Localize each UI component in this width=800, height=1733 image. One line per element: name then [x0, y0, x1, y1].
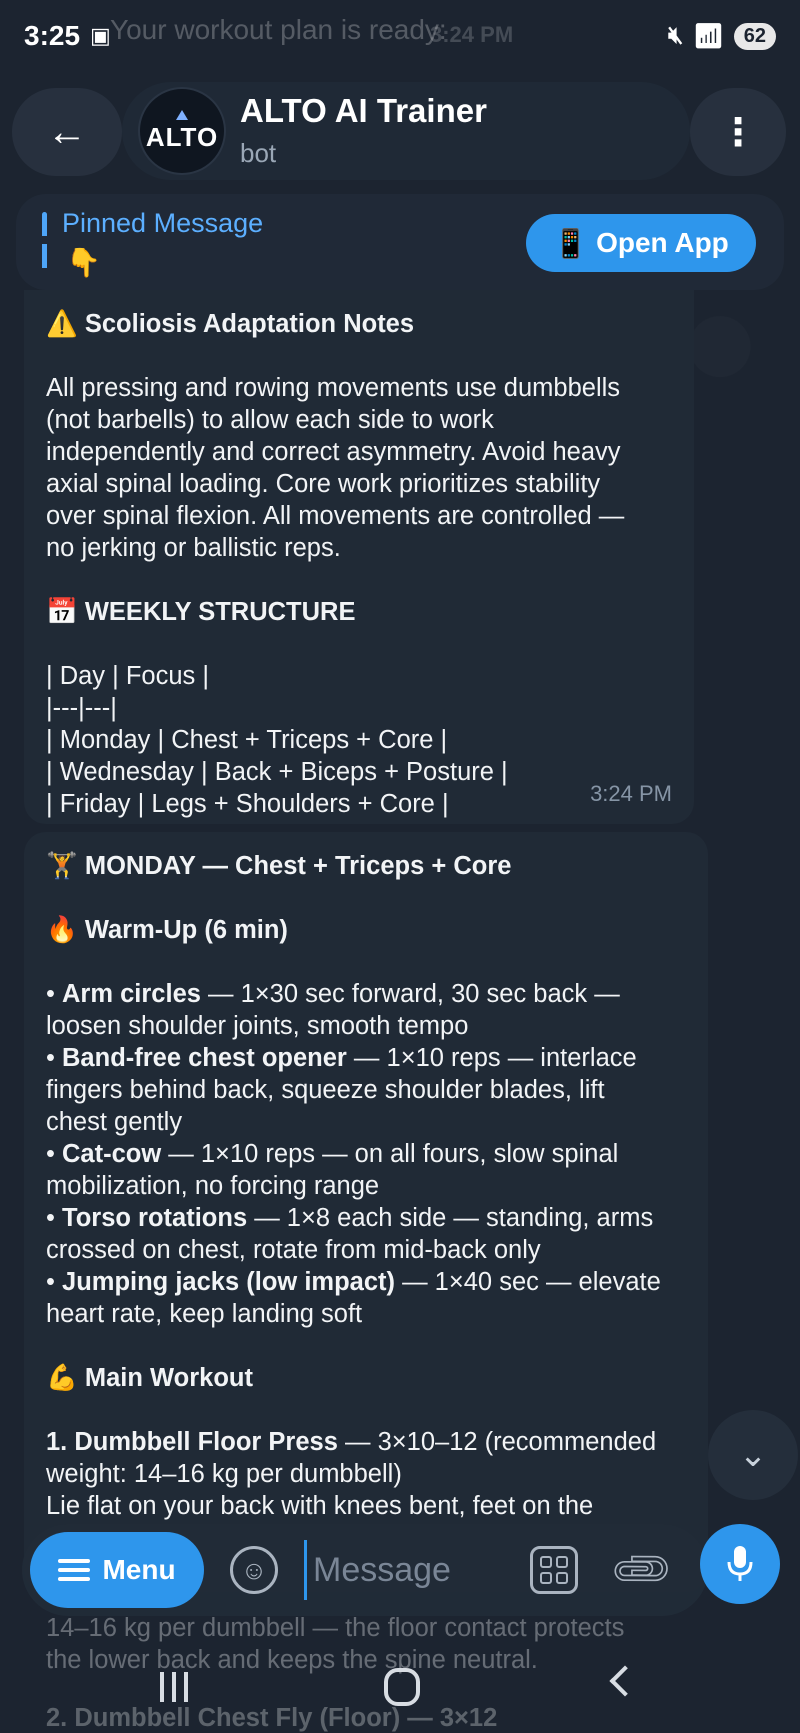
list-item-cont: heart rate, keep landing soft [46, 1300, 363, 1328]
scroll-to-bottom-button[interactable]: ⌄ [708, 1410, 798, 1500]
kebab-menu-icon: ⋮ [719, 111, 757, 154]
pinned-label: Pinned Message [62, 208, 264, 238]
table-line: | Wednesday | Back + Biceps + Posture | [46, 758, 508, 786]
message-line: independently and correct asymmetry. Avo… [46, 438, 621, 466]
screenshot-icon: ▣ [90, 23, 111, 48]
warmup-heading: 🔥 Warm-Up (6 min) [46, 916, 288, 944]
message-composer: Menu ☺ 📎︎ [22, 1524, 708, 1616]
system-back-button[interactable] [609, 1665, 641, 1697]
table-line: | Monday | Chest + Triceps + Core | [46, 726, 448, 754]
pinned-emoji: 👇 [66, 247, 101, 278]
message-line: All pressing and rowing movements use du… [46, 374, 621, 402]
pinned-message-bar[interactable]: Pinned Message 👇 📱 Open App [16, 194, 784, 290]
ghost-notification-time: 3:24 PM [430, 22, 514, 47]
avatar-text: ALTO [145, 121, 219, 152]
status-bar: 3:25 ▣ Your workout plan is ready: 3:24 … [0, 0, 800, 72]
paperclip-icon: 📎︎ [605, 1533, 677, 1605]
chat-subtitle: bot [240, 138, 277, 168]
status-icons: 🔇︎ 📶︎ 62 [668, 22, 776, 51]
chat-header: ← ALTO ALTO AI Trainer bot ⋮ [12, 82, 788, 180]
hamburger-icon [58, 1559, 91, 1581]
phone-icon: 📱 [553, 227, 589, 259]
chat-info[interactable]: ALTO ALTO AI Trainer bot [122, 82, 690, 180]
bot-commands-button[interactable] [530, 1546, 578, 1594]
list-item-cont: crossed on chest, rotate from mid-back o… [46, 1236, 541, 1264]
exercise-line: Lie flat on your back with knees bent, f… [46, 1492, 594, 1520]
calendar-icon: 📅 [46, 598, 78, 626]
flexed-biceps-icon: 💪 [46, 1364, 78, 1392]
emoji-button[interactable]: ☺ [230, 1546, 278, 1594]
main-workout-heading: 💪 Main Workout [46, 1364, 253, 1392]
microphone-icon [727, 1546, 753, 1581]
message-line: over spinal flexion. All movements are c… [46, 502, 625, 530]
back-button[interactable]: ← [12, 88, 122, 176]
message-bubble[interactable]: ⚠️ Scoliosis Adaptation Notes All pressi… [24, 290, 694, 824]
exercise-line: weight: 14–16 kg per dumbbell) [46, 1460, 402, 1488]
message-input[interactable] [304, 1540, 524, 1600]
system-nav-bar [0, 1650, 800, 1733]
weekly-heading: 📅 WEEKLY STRUCTURE [46, 598, 356, 626]
list-item-cont: chest gently [46, 1108, 183, 1136]
battery-indicator: 62 [733, 22, 776, 50]
attach-button[interactable]: 📎︎ [602, 1530, 681, 1609]
mute-icon: 🔇︎ [668, 22, 684, 49]
list-item: • Cat-cow — 1×10 reps — on all fours, sl… [46, 1140, 619, 1168]
recent-apps-button[interactable] [160, 1672, 188, 1702]
chevron-down-icon: ⌄ [738, 1436, 768, 1474]
alto-logo-icon [176, 109, 188, 120]
open-app-label: Open App [596, 227, 729, 258]
day-heading: 🏋 MONDAY — Chest + Triceps + Core [46, 852, 512, 880]
table-line: | Friday | Legs + Shoulders + Core | [46, 790, 449, 818]
ghost-notification-text: Your workout plan is ready: [110, 14, 447, 45]
table-line: | Day | Focus | [46, 662, 209, 690]
message-line: axial spinal loading. Core work prioriti… [46, 470, 601, 498]
status-time-group: 3:25 ▣ [24, 20, 111, 52]
bot-menu-button[interactable]: Menu [30, 1532, 204, 1608]
list-item: • Band-free chest opener — 1×10 reps — i… [46, 1044, 637, 1072]
more-options-button[interactable]: ⋮ [690, 88, 786, 176]
list-item-cont: mobilization, no forcing range [46, 1172, 380, 1200]
message-line: (not barbells) to allow each side to wor… [46, 406, 494, 434]
message-heading: ⚠️ Scoliosis Adaptation Notes [46, 310, 415, 338]
chat-title: ALTO AI Trainer [240, 92, 487, 129]
open-app-button[interactable]: 📱 Open App [526, 214, 756, 272]
list-item: • Arm circles — 1×30 sec forward, 30 sec… [46, 980, 620, 1008]
exercise-line: 1. Dumbbell Floor Press — 3×10–12 (recom… [46, 1428, 657, 1456]
list-item: • Jumping jacks (low impact) — 1×40 sec … [46, 1268, 661, 1296]
message-bubble[interactable]: 🏋 MONDAY — Chest + Triceps + Core 🔥 Warm… [24, 832, 708, 1592]
home-button[interactable] [384, 1668, 420, 1706]
list-item-cont: fingers behind back, squeeze shoulder bl… [46, 1076, 605, 1104]
warning-icon: ⚠️ [46, 310, 78, 338]
list-item: • Torso rotations — 1×8 each side — stan… [46, 1204, 654, 1232]
pin-indicator [42, 212, 47, 272]
table-line: |---|---| [46, 694, 117, 722]
status-time: 3:25 [24, 20, 81, 51]
list-item-cont: loosen shoulder joints, smooth tempo [46, 1012, 469, 1040]
smiley-icon: ☺ [240, 1554, 268, 1585]
dumbbell-icon: 🏋 [46, 852, 78, 880]
voice-record-button[interactable] [700, 1524, 780, 1604]
avatar[interactable]: ALTO [138, 87, 226, 175]
menu-label: Menu [102, 1554, 176, 1585]
fire-icon: 🔥 [46, 916, 78, 944]
back-arrow-icon: ← [47, 109, 87, 154]
wifi-icon: 📶︎ [693, 22, 724, 50]
message-time: 3:24 PM [590, 781, 672, 806]
message-line: no jerking or ballistic reps. [46, 534, 341, 562]
